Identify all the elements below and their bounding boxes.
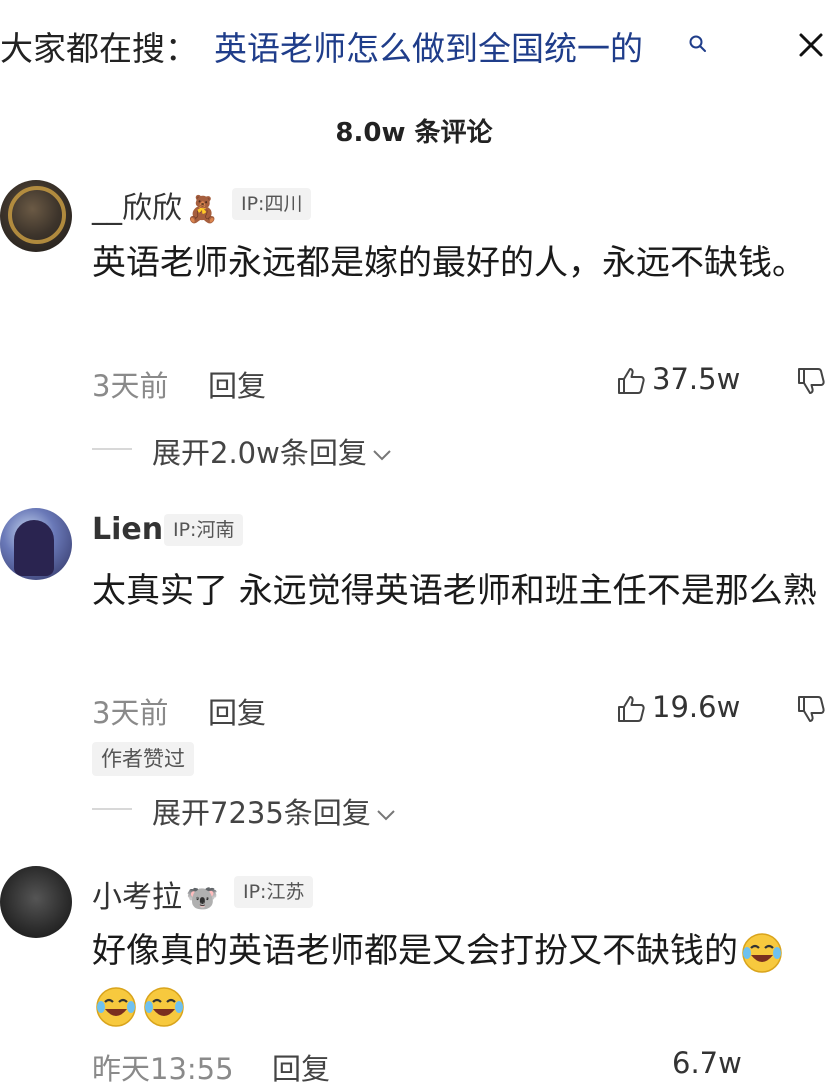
close-icon[interactable] [796,30,826,60]
expand-replies-label: 展开2.0w条回复 [152,436,367,470]
like-count: 37.5w [652,362,741,396]
search-suggestion-bar[interactable]: 大家都在搜： 英语老师怎么做到全国统一的 [0,14,828,74]
avatar[interactable] [0,866,72,938]
comment-time: 3天前 [92,369,169,403]
comment-time: 3天前 [92,696,169,730]
comment-text: 英语老师永远都是嫁的最好的人，永远不缺钱。 [92,243,806,283]
chevron-down-icon [377,810,395,821]
like-count: 6.7w [672,1046,742,1080]
chevron-down-icon [373,450,391,461]
comment-count-title: 8.0w 条评论 [335,118,493,148]
username[interactable]: 小考拉 🐨 [92,872,218,916]
thumbs-up-icon [618,368,645,394]
ip-location-badge: IP:河南 [164,514,244,546]
like-button[interactable]: 37.5w [616,362,756,402]
tears-of-joy-icon [144,986,184,1027]
reply-button[interactable]: 回复 [208,363,266,405]
ip-location-badge: IP:四川 [232,188,312,220]
comment-text: 太真实了 永远觉得英语老师和班主任不是那么熟 [92,571,817,611]
reply-button[interactable]: 回复 [208,690,266,732]
avatar[interactable] [0,508,72,580]
thumbs-up-icon [618,696,645,722]
tears-of-joy-icon [96,986,136,1027]
thumbs-down-icon[interactable] [796,366,826,396]
username-text: __欣欣 [92,191,182,226]
username[interactable]: Lien [92,512,163,547]
like-count: 19.6w [652,690,741,724]
ip-location-badge: IP:江苏 [234,876,314,908]
author-liked-badge: 作者赞过 [92,742,194,776]
reply-button[interactable]: 回复 [272,1046,330,1086]
koala-emoji: 🐨 [186,883,219,914]
tears-of-joy-icon [742,932,782,973]
username[interactable]: __欣欣 🧸 [92,183,218,227]
avatar[interactable] [0,180,72,252]
expand-replies-button[interactable]: 展开2.0w条回复 [152,430,393,472]
divider-line [92,448,132,450]
like-button[interactable]: 6.7w [636,1046,776,1086]
search-icon[interactable] [688,34,708,54]
comment-text-body: 好像真的英语老师都是又会打扮又不缺钱的 [92,931,738,971]
expand-replies-label: 展开7235条回复 [152,796,371,830]
teddy-bear-emoji: 🧸 [186,194,219,225]
divider-line [92,808,132,810]
thumbs-down-icon[interactable] [796,694,826,724]
expand-replies-button[interactable]: 展开7235条回复 [152,790,397,832]
username-text: 小考拉 [92,880,182,915]
search-prefix-label: 大家都在搜： [0,29,198,68]
search-suggestion-link[interactable]: 英语老师怎么做到全国统一的 [214,22,643,70]
comment-text: 好像真的英语老师都是又会打扮又不缺钱的 [92,924,822,1032]
like-button[interactable]: 19.6w [616,690,756,730]
comment-time: 昨天13:55 [92,1052,234,1086]
